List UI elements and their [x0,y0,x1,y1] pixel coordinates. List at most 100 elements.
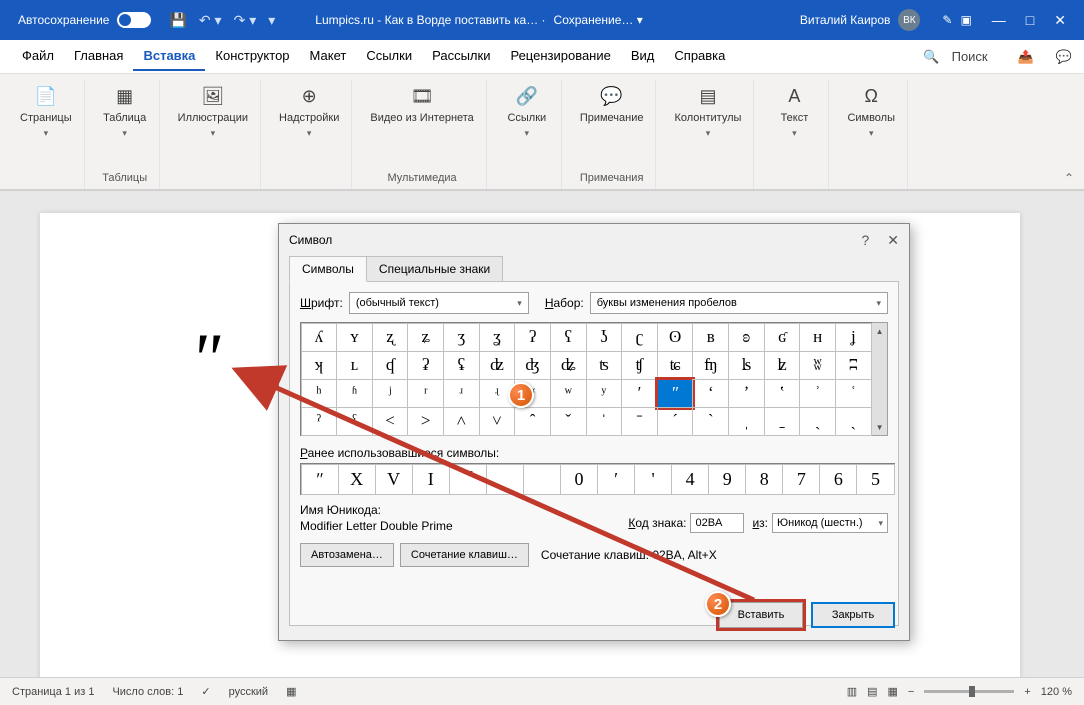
recent-symbol-cell[interactable]: ¯ [449,464,487,495]
symbol-cell[interactable]: ʳ [407,379,444,408]
recent-symbol-cell[interactable] [523,464,561,495]
symbol-cell[interactable]: ˈ [586,407,623,436]
recent-grid[interactable]: ʺХVI¯0′'498765 [300,463,895,495]
symbol-cell[interactable]: ʿ [835,379,872,408]
symbol-cell[interactable]: ʡ [407,351,444,380]
symbol-cell[interactable]: ʖ [586,323,623,352]
symbol-cell[interactable]: ʓ [479,323,516,352]
help-icon[interactable]: ? [861,232,869,249]
grid-scrollbar[interactable]: ▲ ▼ [872,322,888,436]
symbol-cell[interactable]: ˊ [657,407,694,436]
symbol-cell[interactable]: ʢ [443,351,480,380]
symbol-cell[interactable]: ʭ [835,351,872,380]
recent-symbol-cell[interactable]: 6 [819,464,857,495]
code-input[interactable]: 02BA [690,513,744,533]
recent-symbol-cell[interactable]: ʺ [301,464,339,495]
recent-symbol-cell[interactable]: I [412,464,450,495]
symbol-cell[interactable]: ˄ [443,407,480,436]
symbol-cell[interactable]: ʧ [621,351,658,380]
menu-tab-вид[interactable]: Вид [621,42,665,71]
search-label[interactable]: Поиск [952,49,988,64]
symbol-cell[interactable]: ʔ [514,323,551,352]
search-icon[interactable]: 🔍 [923,49,939,65]
word-count[interactable]: Число слов: 1 [112,686,183,698]
symbol-cell[interactable]: ʸ [586,379,623,408]
ribbon-иллюстрации[interactable]: 🖼Иллюстрации▾ [172,80,254,143]
ribbon-символы[interactable]: ΩСимволы▾ [841,80,901,143]
recent-symbol-cell[interactable]: 7 [782,464,820,495]
symbol-cell[interactable]: ʹ [621,379,658,408]
symbol-cell[interactable]: ʒ [443,323,480,352]
symbol-cell[interactable]: ʗ [621,323,658,352]
page-indicator[interactable]: Страница 1 из 1 [12,686,94,698]
menu-tab-главная[interactable]: Главная [64,42,133,71]
recent-symbol-cell[interactable]: ′ [597,464,635,495]
dialog-close-icon[interactable]: ✕ [887,232,899,249]
web-layout-icon[interactable]: ▦ [888,685,898,698]
recent-symbol-cell[interactable]: 0 [560,464,598,495]
symbol-cell[interactable]: ˏ [835,407,872,436]
symbol-cell[interactable]: ʕ [550,323,587,352]
symbol-cell[interactable]: ˁ [336,407,373,436]
symbol-cell[interactable]: ʫ [764,351,801,380]
symbol-cell[interactable]: ˃ [407,407,444,436]
font-select[interactable]: (обычный текст)▾ [349,292,529,314]
symbol-cell[interactable]: ʷ [550,379,587,408]
menu-tab-рецензирование[interactable]: Рецензирование [500,42,620,71]
symbol-cell[interactable]: ʨ [657,351,694,380]
avatar[interactable]: ВК [898,9,920,31]
symbol-cell[interactable]: ʎ [301,323,338,352]
zoom-value[interactable]: 120 % [1041,686,1072,698]
symbol-cell[interactable]: ʽ [764,379,801,408]
symbol-cell[interactable]: ʦ [586,351,623,380]
symbol-cell[interactable]: ʴ [443,379,480,408]
ribbon-видео-из-интернета[interactable]: 🎞Видео из Интернета [364,80,479,128]
symbol-cell[interactable]: ʣ [479,351,516,380]
symbol-cell[interactable]: ˋ [692,407,729,436]
saving-status[interactable]: Сохранение… ▾ [554,13,643,27]
symbol-cell[interactable]: ʞ [301,351,338,380]
symbol-cell[interactable]: ˆ [514,407,551,436]
recent-symbol-cell[interactable] [486,464,524,495]
symbol-cell[interactable]: ʼ [728,379,765,408]
menu-tab-рассылки[interactable]: Рассылки [422,42,500,71]
symbol-cell[interactable]: ʾ [799,379,836,408]
symbol-cell[interactable]: ʥ [550,351,587,380]
from-select[interactable]: Юникод (шестн.)▾ [772,513,888,533]
recent-symbol-cell[interactable]: ' [634,464,672,495]
user-name[interactable]: Виталий Каиров [800,13,891,27]
symbol-cell[interactable]: ˍ [764,407,801,436]
tab-special-chars[interactable]: Специальные знаки [366,256,503,282]
redo-icon[interactable]: ↷ ▾ [234,12,257,29]
symbol-cell[interactable]: ʬ [799,351,836,380]
scroll-down-icon[interactable]: ▼ [872,419,887,435]
spellcheck-icon[interactable]: ✓ [201,685,210,698]
tab-symbols[interactable]: Символы [289,256,367,282]
scroll-up-icon[interactable]: ▲ [872,323,887,339]
symbol-cell[interactable]: ʠ [372,351,409,380]
symbol-cell[interactable]: ʰ [301,379,338,408]
minimize-icon[interactable]: — [992,12,1006,29]
symbol-cell[interactable]: ʏ [336,323,373,352]
symbol-cell[interactable]: ˉ [621,407,658,436]
collapse-ribbon-icon[interactable]: ⌃ [1064,171,1074,185]
symbol-cell[interactable]: ˌ [728,407,765,436]
menu-tab-макет[interactable]: Макет [300,42,357,71]
symbol-cell[interactable]: ʩ [692,351,729,380]
symbol-cell[interactable]: ʟ [336,351,373,380]
draw-icon[interactable]: ✎ [942,13,952,27]
print-layout-icon[interactable]: ▤ [867,685,877,698]
autocorrect-button[interactable]: Автозамена… [300,543,394,567]
symbol-grid[interactable]: ʎʏʐʑʒʓʔʕʖʗʘʙʚʛʜʝʞʟʠʡʢʣʤʥʦʧʨʩʪʫʬʭʰʱʲʳʴʵʶʷ… [300,322,872,436]
read-mode-icon[interactable]: ▥ [847,685,857,698]
ribbon-страницы[interactable]: 📄Страницы▾ [14,80,78,143]
insert-button[interactable]: Вставить [719,602,803,628]
symbol-cell[interactable]: ˀ [301,407,338,436]
macro-icon[interactable]: ▦ [286,685,296,698]
close-icon[interactable]: ✕ [1054,12,1066,29]
menu-tab-конструктор[interactable]: Конструктор [205,42,299,71]
language-indicator[interactable]: русский [229,686,268,698]
symbol-cell[interactable]: ʜ [799,323,836,352]
symbol-cell[interactable]: ˇ [550,407,587,436]
symbol-cell[interactable]: ʤ [514,351,551,380]
